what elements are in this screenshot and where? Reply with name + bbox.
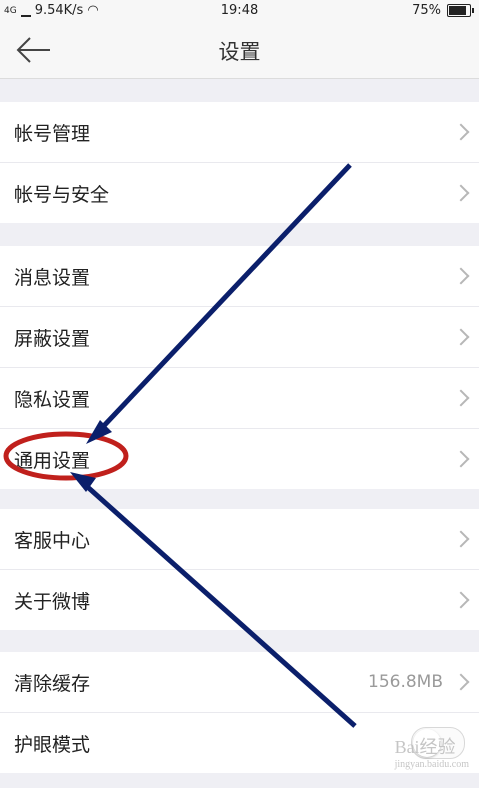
settings-item-label: 关于微博	[14, 590, 91, 613]
settings-item-label: 通用设置	[14, 449, 91, 472]
settings-item-label: 隐私设置	[14, 388, 91, 411]
settings-group-preferences: 消息设置 屏蔽设置 隐私设置 通用设置	[0, 246, 479, 489]
settings-item-about[interactable]: 关于微博	[0, 570, 479, 630]
chevron-right-icon	[452, 328, 470, 346]
settings-item-label: 屏蔽设置	[14, 327, 91, 350]
chevron-right-icon	[452, 673, 470, 691]
page-title: 设置	[218, 40, 261, 64]
chevron-right-icon	[452, 123, 470, 141]
watermark-text: Bai经验	[394, 737, 456, 757]
chevron-right-icon	[452, 184, 470, 202]
settings-item-label: 客服中心	[14, 529, 91, 552]
nav-header: 设置	[0, 22, 479, 79]
settings-group-account: 帐号管理 帐号与安全	[0, 102, 479, 223]
settings-item-account-management[interactable]: 帐号管理	[0, 102, 479, 163]
settings-group-support: 客服中心 关于微博	[0, 509, 479, 630]
settings-item-block[interactable]: 屏蔽设置	[0, 307, 479, 368]
chevron-right-icon	[452, 591, 470, 609]
baidu-watermark: Bai经验 jingyan.baidu.com	[395, 733, 469, 770]
settings-item-label: 护眼模式	[14, 733, 91, 756]
battery-percent: 75%	[412, 3, 441, 18]
chevron-right-icon	[452, 450, 470, 468]
settings-item-message[interactable]: 消息设置	[0, 246, 479, 307]
settings-item-customer-service[interactable]: 客服中心	[0, 509, 479, 570]
battery-icon	[447, 4, 474, 17]
settings-item-label: 清除缓存	[14, 672, 91, 695]
chevron-right-icon	[452, 530, 470, 548]
status-bar: 4G 9.54K/s ◠ 19:48 75%	[0, 0, 479, 22]
watermark-subtext: jingyan.baidu.com	[394, 759, 469, 770]
settings-item-account-security[interactable]: 帐号与安全	[0, 163, 479, 223]
chevron-right-icon	[452, 389, 470, 407]
settings-item-general[interactable]: 通用设置	[0, 429, 479, 489]
cache-size-value: 156.8MB	[368, 672, 443, 692]
settings-item-privacy[interactable]: 隐私设置	[0, 368, 479, 429]
settings-item-label: 帐号与安全	[14, 183, 110, 206]
status-time: 19:48	[220, 3, 259, 18]
chevron-right-icon	[452, 267, 470, 285]
settings-item-label: 消息设置	[14, 266, 91, 289]
settings-item-label: 帐号管理	[14, 122, 91, 145]
settings-item-clear-cache[interactable]: 清除缓存 156.8MB	[0, 652, 479, 713]
